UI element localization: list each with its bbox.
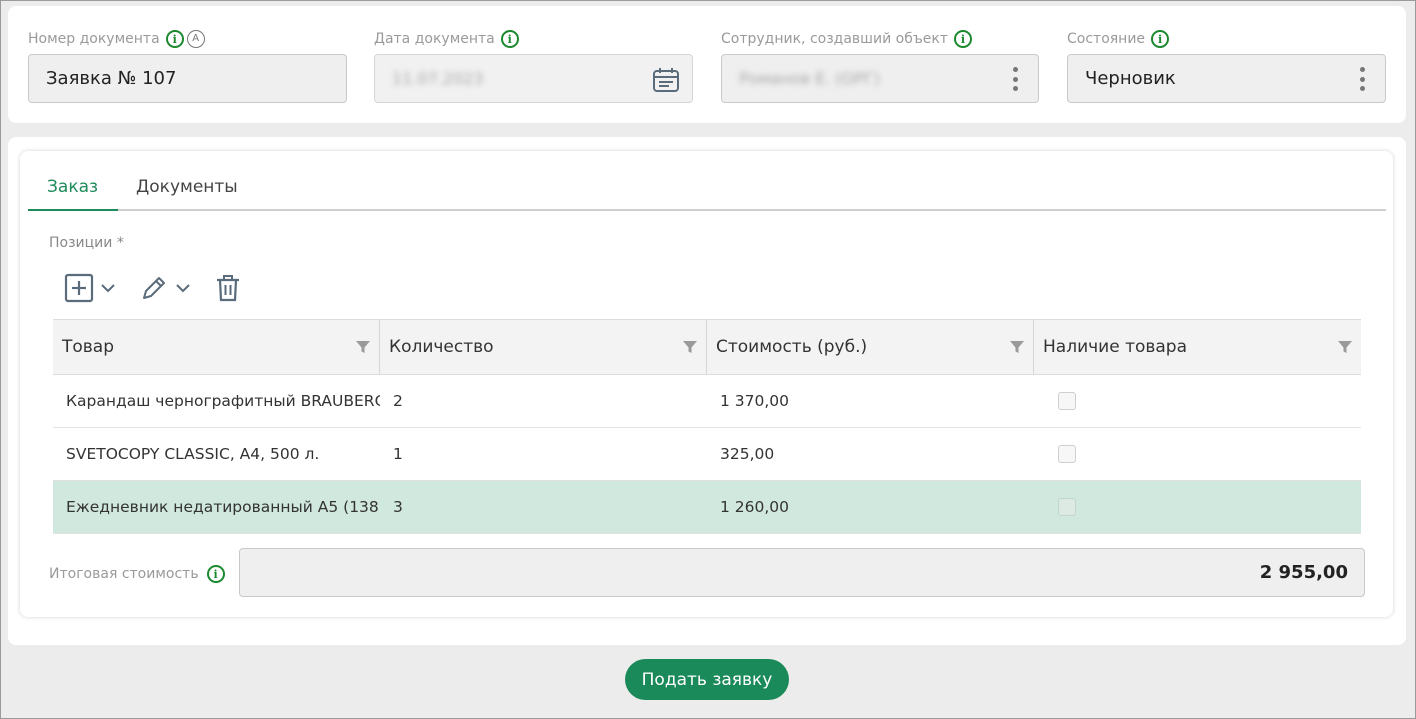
positions-toolbar xyxy=(64,271,264,305)
creator-value: Романов Е. (ОРГ) xyxy=(739,69,880,88)
cell-product: Карандаш чернографитный BRAUBERG xyxy=(66,392,380,410)
table-row[interactable]: Карандаш чернографитный BRAUBERG 2 1 370… xyxy=(53,375,1361,428)
doc-date-value: 11.07.2023 xyxy=(392,69,484,88)
table-header: Товар Количество Стоимость (руб.) Наличи… xyxy=(53,319,1361,375)
cell-cost: 1 370,00 xyxy=(720,392,790,410)
document-header-card: Номер документа i A Заявка № 107 Дата до… xyxy=(8,6,1406,123)
total-value-field[interactable]: 2 955,00 xyxy=(239,548,1365,597)
column-header-stock[interactable]: Наличие товара xyxy=(1034,320,1361,374)
cell-stock xyxy=(1034,445,1361,463)
info-icon[interactable]: i xyxy=(206,565,225,583)
state-input[interactable]: Черновик xyxy=(1067,54,1386,103)
cell-qty: 3 xyxy=(393,498,403,516)
total-value: 2 955,00 xyxy=(1259,562,1348,583)
trash-icon xyxy=(217,275,239,302)
add-button[interactable] xyxy=(64,273,117,303)
info-icon[interactable]: i xyxy=(500,30,519,48)
chevron-down-icon xyxy=(176,284,190,293)
pencil-icon xyxy=(143,277,165,299)
cell-cost: 325,00 xyxy=(720,445,775,463)
doc-number-input[interactable]: Заявка № 107 xyxy=(28,54,347,103)
filter-icon[interactable] xyxy=(682,339,698,355)
filter-icon[interactable] xyxy=(355,339,371,355)
kebab-menu-icon[interactable] xyxy=(1359,67,1365,91)
cell-stock xyxy=(1034,498,1361,516)
total-label: Итоговая стоимость xyxy=(49,566,199,582)
total-label-group: Итоговая стоимость i xyxy=(49,565,225,583)
info-icon[interactable]: i xyxy=(165,30,184,48)
doc-date-input[interactable]: 11.07.2023 xyxy=(374,54,693,103)
in-stock-checkbox[interactable] xyxy=(1058,392,1076,410)
info-icon[interactable]: i xyxy=(1151,30,1170,48)
tab-documents[interactable]: Документы xyxy=(136,177,238,197)
doc-date-label: Дата документа xyxy=(374,31,495,47)
positions-table: Товар Количество Стоимость (руб.) Наличи… xyxy=(53,319,1361,534)
auto-number-icon[interactable]: A xyxy=(186,30,205,48)
cell-qty: 1 xyxy=(393,445,403,463)
delete-button[interactable] xyxy=(214,273,242,303)
active-tab-indicator xyxy=(28,209,118,211)
column-header-product[interactable]: Товар xyxy=(53,320,380,374)
filter-icon[interactable] xyxy=(1337,339,1353,355)
order-panel: Заказ Документы Позиции * Товар Количест… xyxy=(20,151,1393,617)
in-stock-checkbox[interactable] xyxy=(1058,498,1076,516)
table-row[interactable]: Ежедневник недатированный А5 (138× 3 1 2… xyxy=(53,481,1361,534)
calendar-icon[interactable] xyxy=(652,66,680,94)
in-stock-checkbox[interactable] xyxy=(1058,445,1076,463)
creator-label: Сотрудник, создавший объект xyxy=(721,31,948,47)
info-icon[interactable]: i xyxy=(953,30,972,48)
column-header-cost[interactable]: Стоимость (руб.) xyxy=(707,320,1034,374)
chevron-down-icon xyxy=(101,284,115,293)
cell-product: SVETOCOPY CLASSIC, A4, 500 л. xyxy=(66,445,320,463)
add-square-icon xyxy=(64,273,94,303)
cell-qty: 2 xyxy=(393,392,403,410)
tab-order[interactable]: Заказ xyxy=(47,177,98,197)
cell-product: Ежедневник недатированный А5 (138× xyxy=(66,498,380,516)
tab-bar: Заказ Документы xyxy=(28,151,1386,211)
creator-input[interactable]: Романов Е. (ОРГ) xyxy=(721,54,1039,103)
table-row[interactable]: SVETOCOPY CLASSIC, A4, 500 л. 1 325,00 xyxy=(53,428,1361,481)
cell-cost: 1 260,00 xyxy=(720,498,790,516)
column-header-qty[interactable]: Количество xyxy=(380,320,707,374)
doc-number-value: Заявка № 107 xyxy=(46,68,177,89)
edit-button[interactable] xyxy=(139,273,192,303)
main-card: Заказ Документы Позиции * Товар Количест… xyxy=(8,137,1406,645)
positions-label: Позиции * xyxy=(49,235,124,251)
state-label: Состояние xyxy=(1067,31,1146,47)
cell-stock xyxy=(1034,392,1361,410)
filter-icon[interactable] xyxy=(1009,339,1025,355)
submit-request-button[interactable]: Подать заявку xyxy=(625,659,789,700)
doc-number-label: Номер документа xyxy=(28,31,160,47)
state-value: Черновик xyxy=(1085,68,1176,89)
kebab-menu-icon[interactable] xyxy=(1012,67,1018,91)
